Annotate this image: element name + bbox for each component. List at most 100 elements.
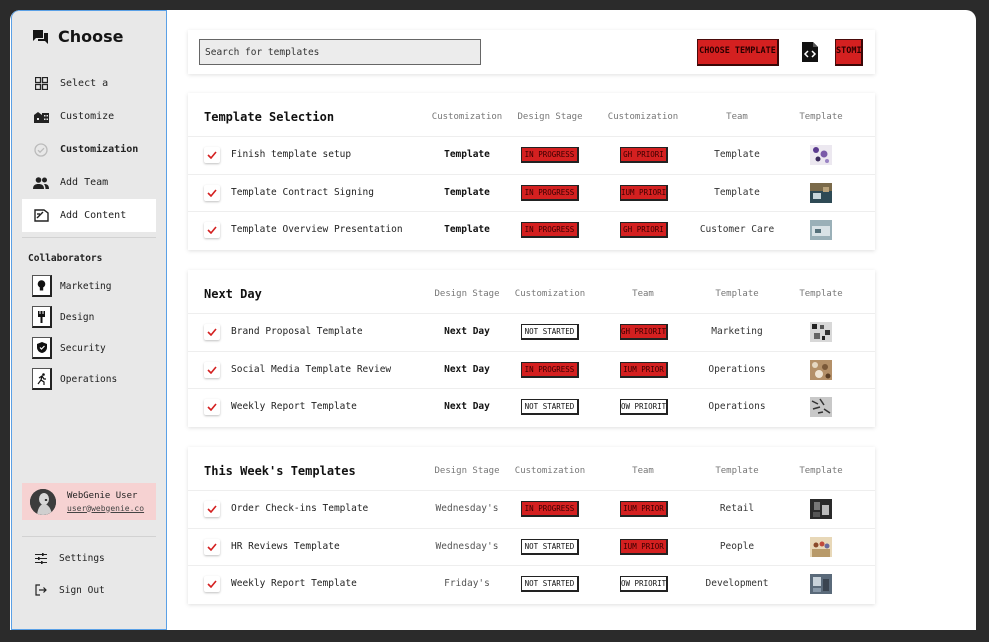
column-header: Template bbox=[799, 112, 843, 122]
buildings-icon bbox=[33, 109, 49, 125]
row-stage: Wednesday's bbox=[435, 503, 499, 514]
template-section: This Week's Templates Design Stage Customi… bbox=[188, 447, 875, 604]
sidebar-item-customization[interactable]: Customization bbox=[22, 133, 156, 166]
column-header: Team bbox=[726, 112, 748, 122]
column-header: Template bbox=[799, 466, 843, 476]
template-thumbnail[interactable] bbox=[810, 499, 832, 519]
user-email-link[interactable]: user@webgenie.co bbox=[67, 504, 144, 513]
sidebar-item-label: Add Content bbox=[60, 210, 127, 221]
checkmark-icon bbox=[207, 403, 217, 411]
column-header: Customization bbox=[514, 289, 586, 299]
brush-icon bbox=[32, 306, 52, 328]
table-row[interactable]: Finish template setup Template IN PROGRESS… bbox=[188, 137, 875, 175]
priority-badge: OW PRIORIT bbox=[620, 399, 668, 415]
priority-badge: OW PRIORIT bbox=[620, 576, 668, 592]
code-file-icon[interactable] bbox=[801, 41, 819, 63]
sidebar-divider bbox=[22, 536, 156, 537]
user-name: WebGenie User bbox=[67, 490, 138, 501]
settings-button[interactable]: Settings bbox=[34, 553, 105, 564]
row-team: Operations bbox=[708, 363, 766, 375]
section-header: This Week's Templates Design Stage Customi… bbox=[188, 447, 875, 491]
sidebar-item-label: Select a bbox=[60, 78, 109, 89]
choose-template-button[interactable]: CHOOSE TEMPLATE bbox=[697, 39, 779, 66]
checkmark-icon bbox=[207, 542, 217, 551]
row-title: Order Check-ins Template bbox=[231, 503, 369, 514]
collaborator-design[interactable]: Design bbox=[32, 305, 162, 329]
column-header: Customization bbox=[431, 112, 503, 122]
row-checkbox[interactable] bbox=[204, 324, 220, 340]
row-checkbox[interactable] bbox=[204, 184, 220, 201]
table-row[interactable]: Template Overview Presentation Template IN… bbox=[188, 212, 875, 250]
row-team: Template bbox=[714, 149, 760, 160]
checkmark-icon bbox=[207, 226, 217, 234]
sidebar-divider bbox=[22, 237, 156, 238]
sign-out-button[interactable]: Sign Out bbox=[34, 584, 105, 596]
collaborator-operations[interactable]: Operations bbox=[32, 367, 162, 391]
template-thumbnail[interactable] bbox=[810, 359, 832, 380]
row-team: Customer Care bbox=[699, 224, 775, 235]
collaborator-label: Marketing bbox=[60, 280, 112, 292]
template-section: Next Day Design Stage Customization Team Tem… bbox=[188, 270, 875, 427]
user-card[interactable]: WebGenie User user@webgenie.co bbox=[22, 483, 156, 520]
section-title: Template Selection bbox=[204, 110, 335, 124]
table-row[interactable]: Brand Proposal Template Next Day NOT START… bbox=[188, 314, 875, 352]
row-team: Operations bbox=[708, 401, 766, 412]
row-team: Retail bbox=[719, 503, 755, 514]
status-badge: NOT STARTED bbox=[521, 399, 579, 415]
table-row[interactable]: Order Check-ins Template Wednesday's IN PR… bbox=[188, 491, 875, 529]
row-team: Development bbox=[705, 578, 769, 589]
collaborator-security[interactable]: Security bbox=[32, 336, 162, 360]
collaborator-label: Design bbox=[60, 311, 95, 323]
search-input[interactable] bbox=[199, 39, 481, 65]
sidebar-item-select[interactable]: Select a bbox=[22, 67, 156, 100]
bulb-icon bbox=[32, 275, 52, 297]
row-stage: Next Day bbox=[444, 326, 490, 337]
table-row[interactable]: HR Reviews Template Wednesday's NOT STARTE… bbox=[188, 529, 875, 566]
template-thumbnail[interactable] bbox=[810, 220, 832, 240]
status-badge: IN PROGRESS bbox=[521, 501, 579, 517]
row-title: Brand Proposal Template bbox=[231, 326, 363, 337]
shield-icon bbox=[32, 337, 52, 359]
sidebar: Choose Select a Customize Customization … bbox=[11, 10, 167, 630]
template-thumbnail[interactable] bbox=[810, 536, 832, 557]
priority-badge: GH PRIORI bbox=[620, 222, 668, 238]
template-thumbnail[interactable] bbox=[810, 322, 832, 342]
avatar bbox=[30, 488, 56, 515]
collaborator-marketing[interactable]: Marketing bbox=[32, 274, 162, 298]
row-stage: Template bbox=[444, 149, 490, 160]
template-thumbnail[interactable] bbox=[810, 397, 832, 417]
template-thumbnail[interactable] bbox=[810, 145, 832, 165]
sidebar-item-customize[interactable]: Customize bbox=[22, 100, 156, 133]
check-circle-icon bbox=[33, 142, 49, 158]
column-header: Template bbox=[715, 466, 759, 476]
sidebar-item-add-team[interactable]: Add Team bbox=[22, 166, 156, 199]
customize-button[interactable]: STOMI bbox=[835, 39, 863, 66]
table-row[interactable]: Template Contract Signing Template IN PROG… bbox=[188, 175, 875, 212]
table-row[interactable]: Weekly Report Template Next Day NOT STARTE… bbox=[188, 389, 875, 427]
sidebar-item-add-content[interactable]: Add Content bbox=[22, 199, 156, 232]
sidebar-item-label: Add Team bbox=[60, 177, 109, 188]
row-checkbox[interactable] bbox=[204, 147, 220, 163]
template-section: Template Selection Customization Design St… bbox=[188, 93, 875, 250]
row-checkbox[interactable] bbox=[204, 576, 220, 592]
column-header: Team bbox=[632, 466, 654, 476]
user-info: WebGenie User user@webgenie.co bbox=[67, 491, 144, 513]
status-badge: IN PROGRESS bbox=[521, 184, 579, 201]
template-thumbnail[interactable] bbox=[810, 574, 832, 594]
table-row[interactable]: Social Media Template Review Next Day IN P… bbox=[188, 352, 875, 389]
template-thumbnail[interactable] bbox=[810, 182, 832, 203]
table-row[interactable]: Weekly Report Template Friday's NOT STARTE… bbox=[188, 566, 875, 604]
priority-badge: IUM PRIORI bbox=[620, 184, 668, 201]
row-title: Weekly Report Template bbox=[231, 578, 357, 589]
brand: Choose bbox=[32, 27, 124, 46]
row-stage: Next Day bbox=[444, 363, 490, 375]
row-checkbox[interactable] bbox=[204, 501, 220, 517]
sidebar-item-label: Customization bbox=[60, 144, 139, 155]
row-title: Weekly Report Template bbox=[231, 401, 357, 412]
row-checkbox[interactable] bbox=[204, 399, 220, 415]
row-checkbox[interactable] bbox=[204, 222, 220, 238]
column-header: Design Stage bbox=[434, 289, 500, 299]
checkmark-icon bbox=[207, 328, 217, 336]
row-checkbox[interactable] bbox=[204, 538, 220, 555]
row-checkbox[interactable] bbox=[204, 361, 220, 378]
